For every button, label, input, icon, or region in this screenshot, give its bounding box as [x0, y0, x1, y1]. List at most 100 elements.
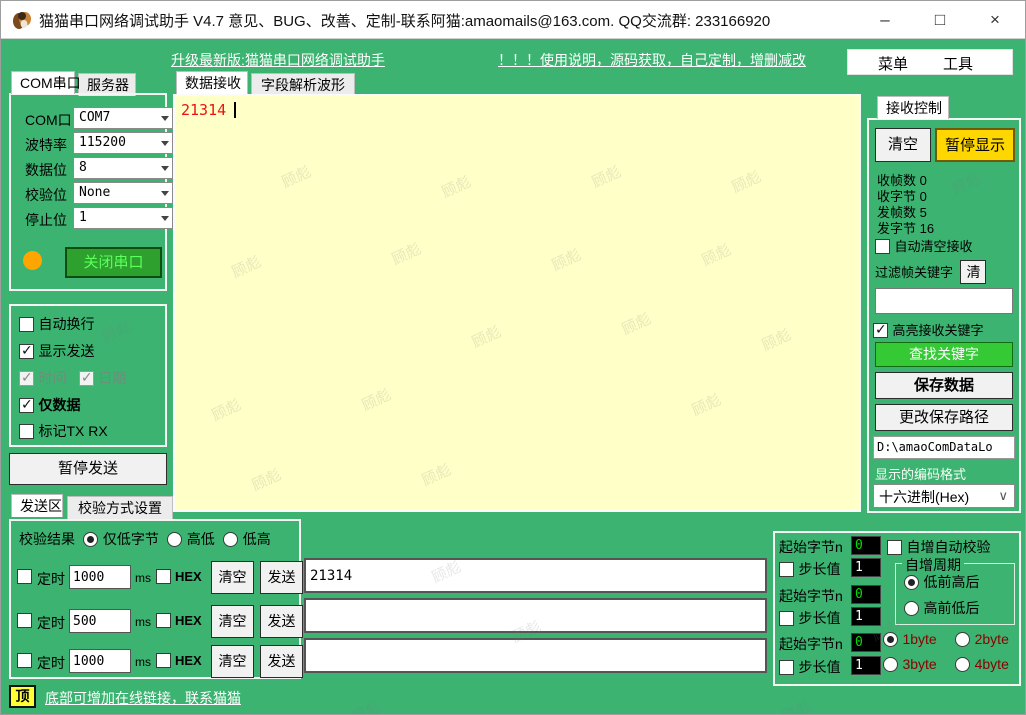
send3-button[interactable]: 发送: [260, 645, 303, 678]
step3-value[interactable]: 1: [851, 656, 881, 675]
timer2-ms-input[interactable]: [69, 609, 131, 633]
tab-data-receive[interactable]: 数据接收: [176, 71, 248, 94]
display-options-group: 自动换行 显示发送 时间 日期 仅数据 标记TX RX: [9, 304, 167, 447]
show-send-checkbox[interactable]: [19, 344, 34, 359]
cycle-high-first-radio[interactable]: [904, 601, 919, 616]
hex1-checkbox[interactable]: [156, 569, 171, 584]
timer1-ms-input[interactable]: [69, 565, 131, 589]
baud-rate-select[interactable]: 115200: [73, 132, 173, 154]
start-byte1-label: 起始字节n: [779, 539, 843, 555]
com-port-select[interactable]: COM7: [73, 107, 173, 129]
save-path-field[interactable]: D:\amaoComDataLo: [873, 436, 1015, 459]
auto-increment-check-label: 自增自动校验: [906, 539, 990, 555]
receive-data-area[interactable]: 21314: [173, 94, 861, 512]
help-link[interactable]: ！！！使用说明，源码获取，自己定制，增删减改: [498, 50, 806, 70]
filter-keyword-input[interactable]: [875, 288, 1013, 314]
watermark: 顾彪: [348, 696, 384, 715]
cycle-low-first-radio[interactable]: [904, 575, 919, 590]
close-port-button[interactable]: 关闭串口: [65, 247, 162, 278]
checksum-lowhigh-radio[interactable]: [223, 532, 238, 547]
cycle-high-first-label: 高前低后: [923, 600, 979, 616]
time-checkbox: [19, 371, 34, 386]
chevron-down-icon: [161, 141, 169, 146]
step3-checkbox[interactable]: [779, 660, 794, 675]
mark-txrx-checkbox[interactable]: [19, 424, 34, 439]
step1-checkbox[interactable]: [779, 562, 794, 577]
chevron-down-icon: [161, 166, 169, 171]
highlight-keyword-checkbox[interactable]: [873, 323, 888, 338]
checksum-lowbyte-label: 仅低字节: [103, 531, 159, 547]
pause-send-button[interactable]: 暂停发送: [9, 453, 167, 485]
send1-button[interactable]: 发送: [260, 561, 303, 594]
clear1-button[interactable]: 清空: [211, 561, 254, 594]
byte2-radio[interactable]: [955, 632, 970, 647]
step2-label: 步长值: [798, 610, 840, 626]
tab-com-serial[interactable]: COM串口: [11, 71, 75, 94]
close-icon[interactable]: ×: [973, 1, 1017, 39]
start-byte2-value[interactable]: 0: [851, 585, 881, 604]
tab-receive-control[interactable]: 接收控制: [877, 96, 949, 119]
timer3-ms-input[interactable]: [69, 649, 131, 673]
step2-value[interactable]: 1: [851, 607, 881, 626]
send-text-input-3[interactable]: [304, 638, 767, 673]
auto-increment-group: 起始字节n 0 步长值 1 起始字节n 0 步长值 1 起始字节n 0 步长值 …: [773, 531, 1021, 686]
byte4-label: 4byte: [975, 656, 1009, 672]
timer1-checkbox[interactable]: [17, 569, 32, 584]
step2-checkbox[interactable]: [779, 611, 794, 626]
timer3-checkbox[interactable]: [17, 653, 32, 668]
tx-bytes-value: 16: [920, 221, 934, 236]
scroll-top-button[interactable]: 顶: [9, 685, 36, 708]
stop-bits-select[interactable]: 1: [73, 207, 173, 229]
filter-clear-button[interactable]: 清: [960, 260, 986, 284]
app-icon: [11, 9, 33, 31]
step3-label: 步长值: [798, 659, 840, 675]
timer2-checkbox[interactable]: [17, 613, 32, 628]
minimize-icon[interactable]: –: [863, 1, 907, 39]
start-byte1-value[interactable]: 0: [851, 536, 881, 555]
data-bits-select[interactable]: 8: [73, 157, 173, 179]
cycle-low-first-label: 低前高后: [923, 574, 979, 590]
step1-value[interactable]: 1: [851, 558, 881, 577]
tab-checksum-settings[interactable]: 校验方式设置: [67, 496, 173, 519]
tools-button[interactable]: 工具: [943, 53, 973, 74]
maximize-icon[interactable]: □: [918, 1, 962, 39]
app-window: 猫猫串口网络调试助手 V4.7 意见、BUG、改善、定制-联系阿猫:amaoma…: [0, 0, 1026, 715]
save-data-button[interactable]: 保存数据: [875, 372, 1013, 399]
hex3-label: HEX: [175, 653, 202, 668]
text-caret: [234, 102, 236, 118]
clear-receive-button[interactable]: 清空: [875, 128, 931, 162]
tab-send-zone[interactable]: 发送区: [11, 494, 63, 517]
auto-clear-label: 自动清空接收: [894, 239, 972, 254]
encoding-select[interactable]: 十六进制(Hex) ∨: [873, 484, 1015, 508]
tab-field-wave[interactable]: 字段解析波形: [251, 73, 355, 96]
clear3-button[interactable]: 清空: [211, 645, 254, 678]
pause-display-button[interactable]: 暂停显示: [935, 128, 1015, 162]
checksum-highlow-radio[interactable]: [167, 532, 182, 547]
find-keyword-button[interactable]: 查找关键字: [875, 342, 1013, 367]
send-text-input-2[interactable]: [304, 598, 767, 633]
checksum-highlow-label: 高低: [187, 531, 215, 547]
byte1-radio[interactable]: [883, 632, 898, 647]
date-label: 日期: [98, 370, 126, 386]
timer2-label: 定时: [37, 613, 65, 633]
send-text-input-1[interactable]: [304, 558, 767, 593]
data-only-checkbox[interactable]: [19, 398, 34, 413]
menu-button[interactable]: 菜单: [878, 53, 908, 74]
autowrap-checkbox[interactable]: [19, 317, 34, 332]
footer-contact-link[interactable]: 底部可增加在线链接，联系猫猫: [45, 688, 241, 708]
checksum-lowhigh-label: 低高: [243, 531, 271, 547]
byte4-radio[interactable]: [955, 657, 970, 672]
start-byte3-value[interactable]: 0: [851, 633, 881, 652]
auto-increment-check-checkbox[interactable]: [887, 540, 902, 555]
clear2-button[interactable]: 清空: [211, 605, 254, 638]
timer1-ms-label: ms: [135, 571, 151, 585]
checksum-lowbyte-radio[interactable]: [83, 532, 98, 547]
change-save-path-button[interactable]: 更改保存路径: [875, 404, 1013, 431]
parity-select[interactable]: None: [73, 182, 173, 204]
upgrade-link[interactable]: 升级最新版:猫猫串口网络调试助手: [171, 50, 385, 70]
byte3-radio[interactable]: [883, 657, 898, 672]
send2-button[interactable]: 发送: [260, 605, 303, 638]
auto-clear-checkbox[interactable]: [875, 239, 890, 254]
hex3-checkbox[interactable]: [156, 653, 171, 668]
hex2-checkbox[interactable]: [156, 613, 171, 628]
